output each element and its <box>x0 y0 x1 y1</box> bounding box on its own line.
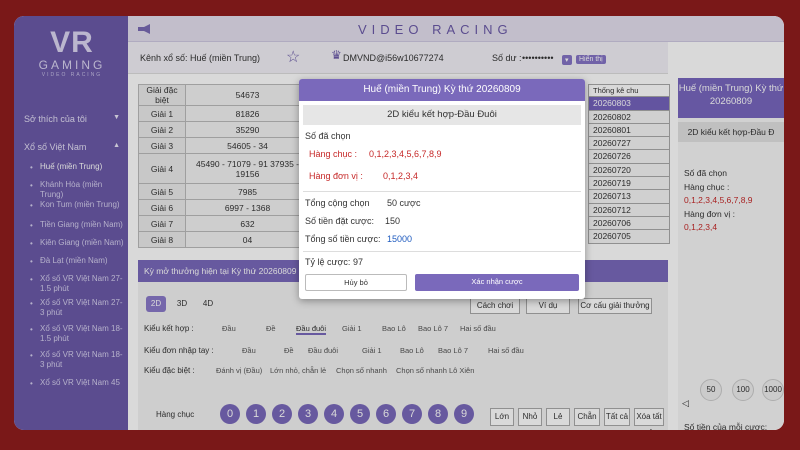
confirm-bet-button[interactable]: Xác nhận cược <box>415 274 579 291</box>
modal-sum-label: Tổng số tiền cược: <box>305 234 381 244</box>
modal-tens-label: Hàng chục : <box>309 149 358 159</box>
modal-stake: 150 <box>385 216 401 226</box>
divider <box>303 251 581 252</box>
modal-sum: 15000 <box>387 234 413 244</box>
modal-subtitle: 2D kiểu kết hợp-Đầu Đuôi <box>303 105 581 125</box>
divider <box>303 191 581 192</box>
modal-tens: 0,1,2,3,4,5,6,7,8,9 <box>369 149 442 159</box>
modal-units: 0,1,2,3,4 <box>383 171 419 181</box>
cancel-button[interactable]: Hủy bỏ <box>305 274 407 291</box>
modal-total: 50 cược <box>387 198 421 208</box>
modal-rate-label: Tỷ lệ cược: <box>305 257 351 267</box>
app-frame: VR GAMING VIDEO RACING Sở thích của tôi … <box>14 16 784 430</box>
app: VR GAMING VIDEO RACING Sở thích của tôi … <box>14 16 784 430</box>
modal-selected-label: Số đã chọn <box>305 131 351 141</box>
modal-rate: 97 <box>353 257 364 267</box>
modal-stake-label: Số tiền đặt cược: <box>305 216 374 226</box>
confirm-bet-modal: Huế (miền Trung) Kỳ thứ 20260809 2D kiểu… <box>299 79 585 299</box>
modal-title: Huế (miền Trung) Kỳ thứ 20260809 <box>299 79 585 101</box>
modal-total-label: Tổng cộng chọn <box>305 198 370 208</box>
modal-units-label: Hàng đơn vị : <box>309 171 363 181</box>
